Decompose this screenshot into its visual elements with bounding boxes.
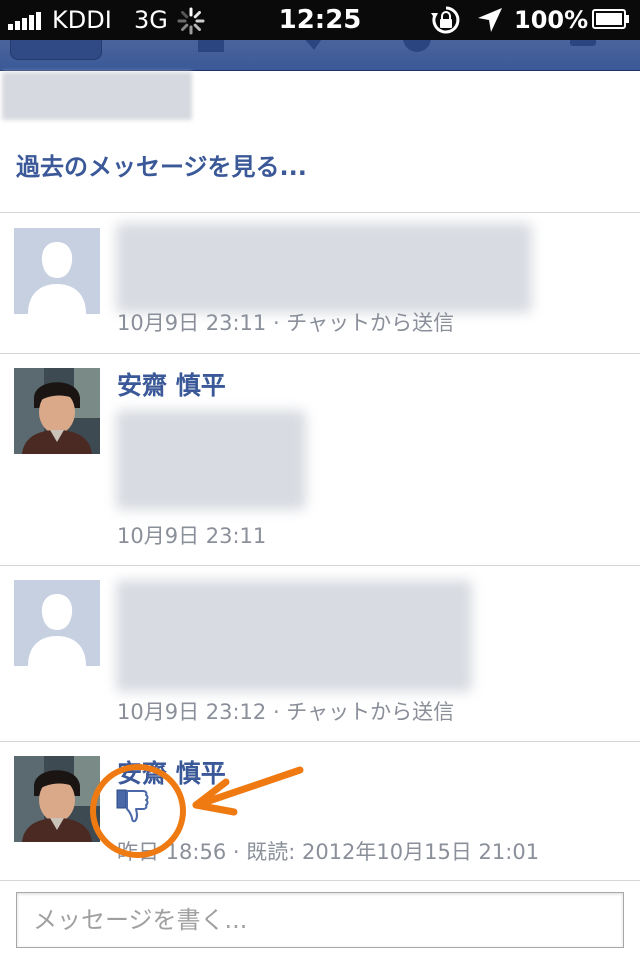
sender-name[interactable]: 安齋 慎平 [117, 370, 226, 402]
nav-bar [0, 34, 640, 71]
rotation-lock-icon [431, 6, 460, 34]
message-meta: 10月9日 23:11 · チャットから送信 [117, 311, 455, 335]
annotation-arrow-icon [192, 766, 304, 816]
messages-screen: KDDI 3G 12:25 100% 過去のメッセージを見る... 10月9日 … [0, 0, 640, 960]
message-body-redacted [116, 410, 306, 510]
message-meta: 10月9日 23:11 [117, 524, 267, 548]
message-meta: 10月9日 23:12 · チャットから送信 [117, 700, 455, 724]
message-body-redacted [116, 223, 532, 313]
message-input[interactable] [16, 892, 624, 948]
default-avatar-icon[interactable] [14, 580, 100, 666]
avatar[interactable] [14, 756, 100, 842]
message-meta: 昨日 18:56 · 既読: 2012年10月15日 21:01 [117, 840, 540, 864]
battery-icon [592, 9, 629, 29]
message-item: 10月9日 23:12 · チャットから送信 [0, 566, 640, 741]
battery-percentage: 100% [514, 6, 589, 34]
annotation-circle [90, 764, 186, 858]
default-avatar-icon[interactable] [14, 228, 100, 314]
message-item: 10月9日 23:11 · チャットから送信 [0, 213, 640, 353]
location-arrow-icon [478, 8, 502, 32]
message-item: 安齋 慎平 10月9日 23:11 [0, 354, 640, 564]
conversation-title-redacted [2, 72, 192, 120]
avatar[interactable] [14, 368, 100, 454]
view-older-messages-link[interactable]: 過去のメッセージを見る... [16, 150, 307, 184]
message-body-redacted [116, 580, 472, 692]
status-bar: KDDI 3G 12:25 100% [0, 0, 640, 40]
